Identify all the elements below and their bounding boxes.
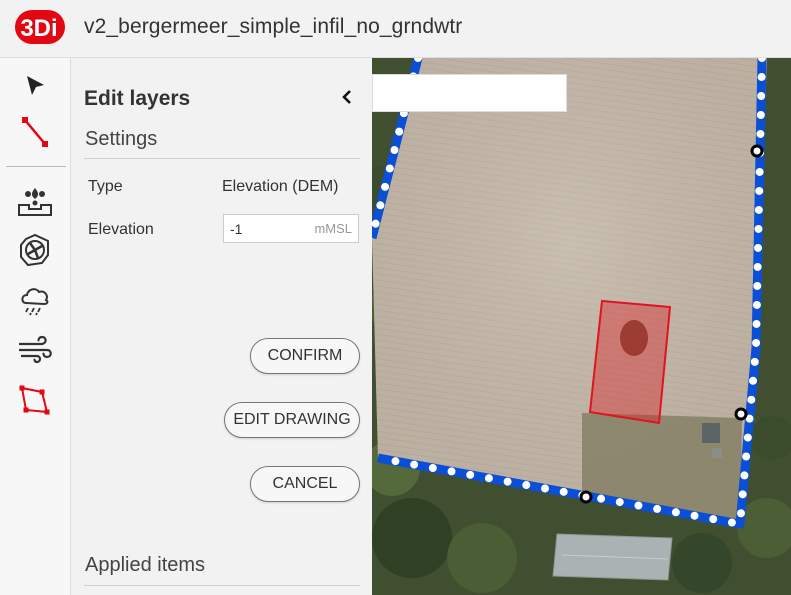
top-bar: 3Di v2_bergermeer_simple_infil_no_grndwt… — [0, 0, 791, 58]
chevron-left-icon — [342, 90, 351, 104]
elevation-unit: mMSL — [314, 221, 352, 236]
cursor-arrow-icon — [27, 76, 44, 95]
panel-title: Edit layers — [84, 87, 191, 110]
logo-text: 3Di — [20, 15, 57, 42]
boundary-node[interactable] — [750, 144, 764, 158]
edit-drawing-button[interactable]: EDIT DRAWING — [224, 402, 360, 438]
map-search-box[interactable] — [372, 74, 567, 112]
pump-tool-button[interactable] — [14, 230, 56, 270]
boundary-node[interactable] — [579, 490, 593, 504]
map-search-input[interactable] — [373, 75, 566, 111]
shed — [702, 423, 720, 443]
polygon-tool-button[interactable] — [14, 380, 56, 420]
applied-items-divider — [84, 585, 360, 586]
rain-cloud-icon — [21, 288, 49, 316]
cancel-button[interactable]: CANCEL — [250, 466, 360, 502]
wind-tool-button[interactable] — [14, 330, 56, 370]
type-label: Type — [88, 178, 123, 195]
toolbar-divider — [6, 166, 66, 167]
pump-icon — [20, 233, 49, 267]
satellite-map[interactable] — [372, 58, 791, 595]
tool-rail — [0, 58, 71, 595]
app-title: v2_bergermeer_simple_infil_no_grndwtr — [84, 15, 463, 38]
elevation-field[interactable]: mMSL — [223, 214, 359, 243]
infiltration-tool-button[interactable] — [14, 182, 56, 222]
selected-polygon[interactable] — [588, 299, 672, 425]
select-tool-button[interactable] — [14, 66, 56, 106]
applied-items-heading: Applied items — [85, 554, 206, 576]
map-view[interactable] — [372, 58, 791, 595]
rain-tool-button[interactable] — [14, 280, 56, 320]
line-draw-icon — [22, 117, 48, 147]
app-logo[interactable]: 3Di — [15, 8, 65, 46]
wind-icon — [19, 335, 52, 364]
infiltration-icon — [18, 188, 52, 216]
elevation-input[interactable] — [224, 215, 310, 242]
draw-line-tool-button[interactable] — [14, 112, 56, 152]
edit-layers-panel: Edit layers Settings Type Elevation (DEM… — [71, 58, 372, 595]
type-value: Elevation (DEM) — [222, 178, 339, 195]
collapse-panel-button[interactable] — [337, 86, 357, 108]
boundary-node[interactable] — [734, 407, 748, 421]
confirm-button[interactable]: CONFIRM — [250, 338, 360, 374]
elevation-label: Elevation — [88, 221, 154, 238]
settings-divider — [84, 158, 360, 159]
polygon-draw-icon — [19, 385, 50, 415]
settings-heading: Settings — [85, 128, 158, 150]
